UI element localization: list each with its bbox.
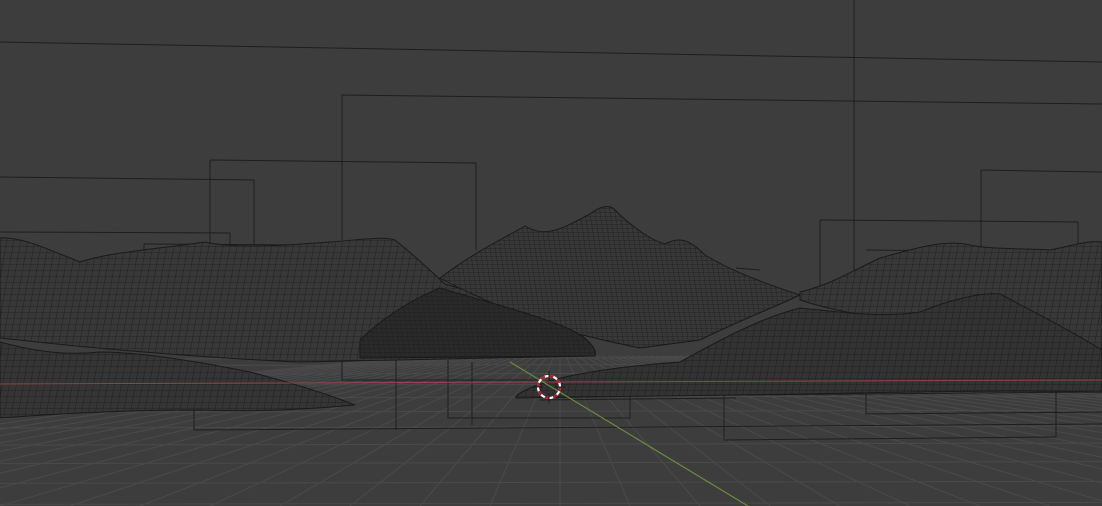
viewport-canvas[interactable] (0, 0, 1102, 506)
3d-viewport[interactable] (0, 0, 1102, 506)
